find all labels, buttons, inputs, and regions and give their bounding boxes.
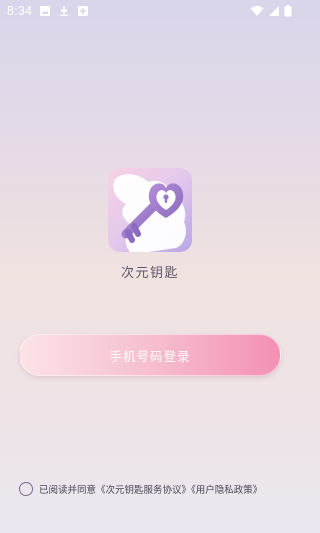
image-icon xyxy=(39,5,51,17)
app-name: 次元钥匙 xyxy=(120,266,179,281)
privacy-policy-link[interactable]: 《用户隐私政策》 xyxy=(191,485,262,496)
key-heart-logo-icon xyxy=(108,168,192,252)
download-icon xyxy=(58,5,70,17)
service-agreement-link[interactable]: 《次元钥匙服务协议》 xyxy=(96,485,191,496)
agreement-prefix: 已阅读并同意 xyxy=(39,485,97,496)
agreement-row: 已阅读并同意《次元钥匙服务协议》《用户隐私政策》 xyxy=(19,480,262,498)
wifi-icon xyxy=(250,5,264,17)
battery-icon xyxy=(284,5,292,17)
agreement-text: 已阅读并同意《次元钥匙服务协议》《用户隐私政策》 xyxy=(39,482,262,496)
status-bar: 8:34 xyxy=(0,0,300,22)
signal-icon xyxy=(268,5,280,17)
agreement-checkbox[interactable] xyxy=(19,482,33,496)
status-time: 8:34 xyxy=(7,4,33,18)
phone-login-button[interactable]: 手机号码登录 xyxy=(19,334,281,376)
status-bar-right xyxy=(250,5,292,17)
status-bar-left: 8:34 xyxy=(7,4,89,18)
app-notification-icon xyxy=(77,5,89,17)
app-logo xyxy=(108,168,192,252)
phone-login-label: 手机号码登录 xyxy=(109,348,191,364)
